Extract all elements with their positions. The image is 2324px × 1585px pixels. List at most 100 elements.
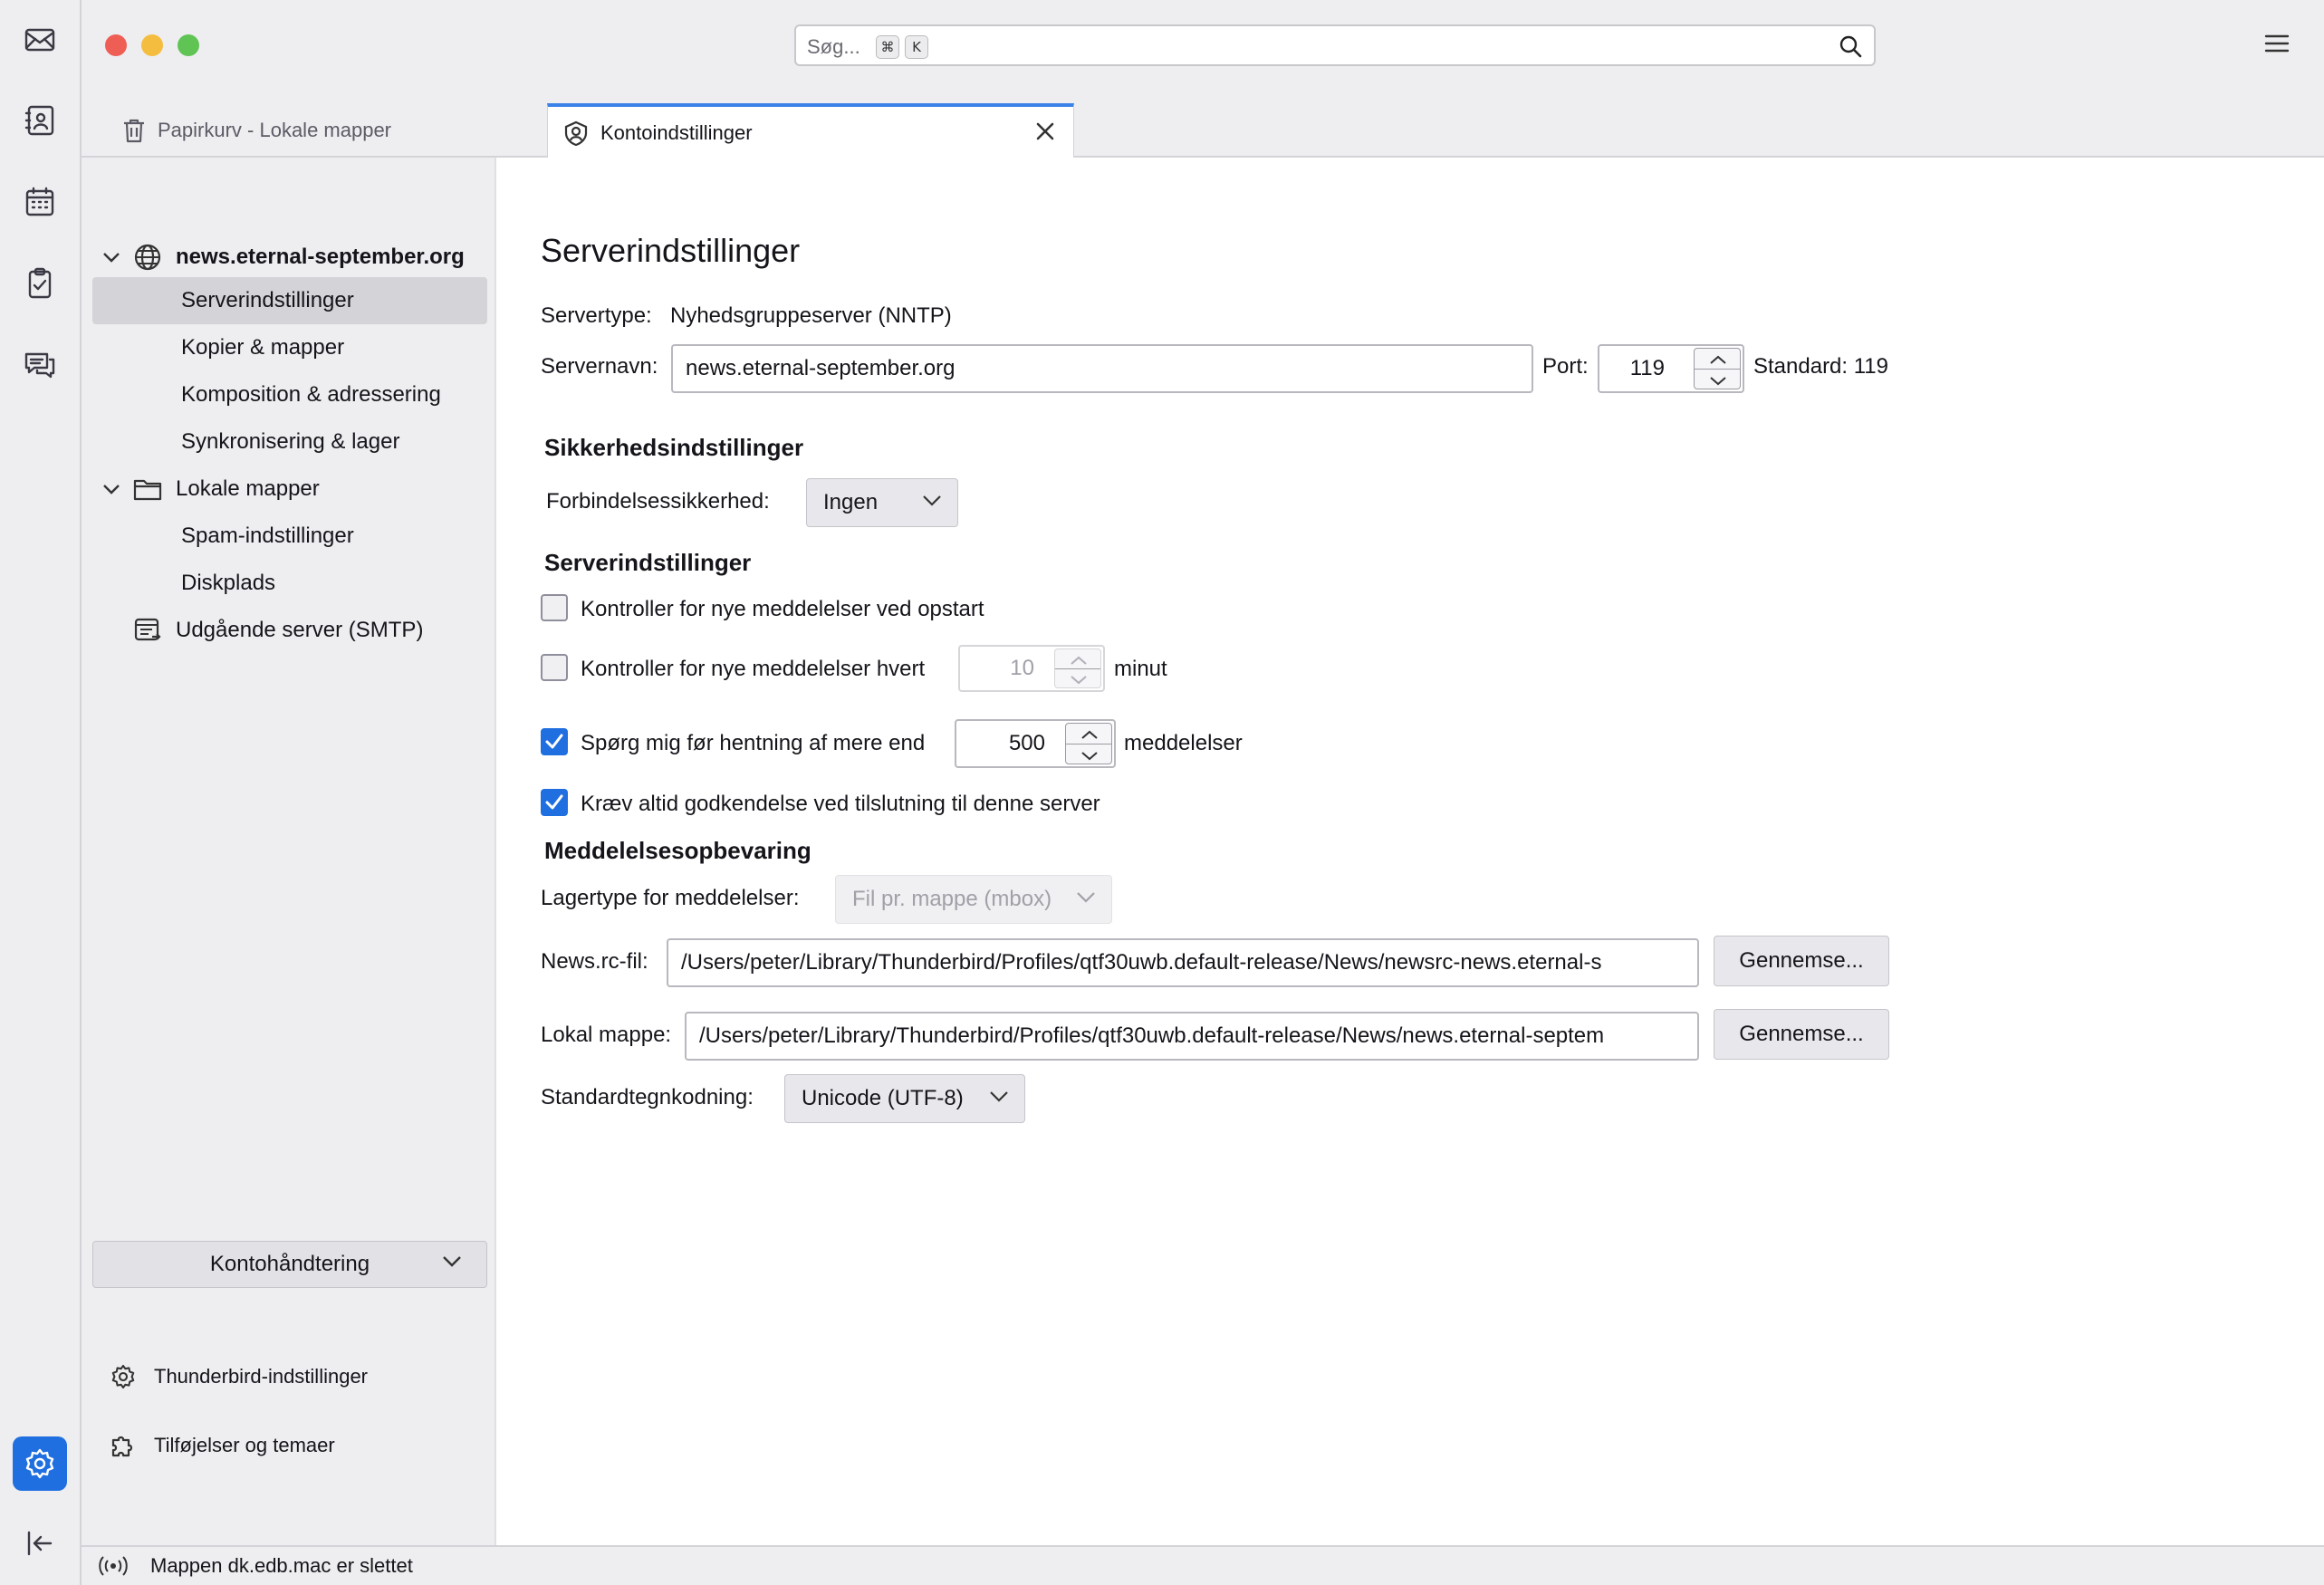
- chevron-up-icon[interactable]: [1708, 354, 1728, 365]
- account-settings-icon: [564, 120, 588, 147]
- check-interval-unit: minut: [1114, 657, 1167, 681]
- app-menu-icon[interactable]: [2264, 33, 2290, 54]
- tree-item-label: Kopier & mapper: [181, 335, 345, 360]
- puzzle-icon: [111, 1436, 133, 1457]
- connection-security-label: Forbindelsessikkerhed:: [546, 489, 770, 514]
- account-actions-button[interactable]: Kontohåndtering: [92, 1241, 487, 1288]
- max-messages-value: 500: [1008, 731, 1045, 755]
- chevron-down-icon[interactable]: [101, 483, 121, 495]
- store-type-select[interactable]: Fil pr. mappe (mbox): [835, 875, 1112, 924]
- tree-item-junk-settings[interactable]: Spam-indstillinger: [92, 513, 487, 560]
- checkmark-icon: [545, 734, 563, 749]
- storage-heading: Meddelelsesopbevaring: [544, 837, 811, 864]
- status-bar: Mappen dk.edb.mac er slettet: [82, 1545, 2324, 1585]
- shortcut-cmd-key: ⌘: [876, 35, 899, 59]
- port-value: 119: [1629, 356, 1665, 380]
- tree-item-label: Synkronisering & lager: [181, 429, 400, 454]
- charset-value: Unicode (UTF-8): [802, 1086, 964, 1110]
- chat-icon: [24, 352, 55, 379]
- server-settings-panel: Serverindstillinger Servertype: Nyhedsgr…: [498, 158, 2324, 1545]
- max-messages-stepper[interactable]: 500: [955, 719, 1116, 768]
- chevron-up-icon[interactable]: [1080, 729, 1100, 740]
- tab-account-settings-label: Kontoindstillinger: [600, 121, 753, 144]
- tasks-space-button[interactable]: [13, 256, 67, 311]
- port-label: Port:: [1542, 354, 1589, 379]
- local-dir-browse-button[interactable]: Gennemse...: [1714, 1009, 1889, 1060]
- tab-trash[interactable]: Papirkurv - Lokale mapper: [100, 103, 543, 158]
- tree-item-server-settings[interactable]: Serverindstillinger: [92, 277, 487, 324]
- address-book-icon: [24, 105, 54, 136]
- account-tree-pane: news.eternal-september.org Serverindstil…: [82, 158, 496, 1545]
- trash-icon: [124, 119, 144, 143]
- address-book-space-button[interactable]: [13, 93, 67, 148]
- tab-account-settings[interactable]: Kontoindstillinger: [547, 103, 1074, 159]
- window-maximize-button[interactable]: [178, 34, 199, 56]
- shortcut-k-key: K: [905, 35, 928, 59]
- tree-item-composition[interactable]: Komposition & adressering: [92, 371, 487, 418]
- check-interval-arrows[interactable]: [1054, 648, 1101, 688]
- newsrc-label: News.rc-fil:: [541, 949, 648, 974]
- status-text: Mappen dk.edb.mac er slettet: [150, 1554, 413, 1577]
- chevron-down-icon[interactable]: [1069, 675, 1089, 686]
- tree-item-smtp[interactable]: Udgående server (SMTP): [92, 607, 487, 654]
- chevron-down-icon[interactable]: [101, 251, 121, 264]
- tree-item-label: Komposition & adressering: [181, 382, 441, 407]
- max-messages-arrows[interactable]: [1065, 723, 1112, 764]
- tree-item-sync-storage[interactable]: Synkronisering & lager: [92, 418, 487, 466]
- port-stepper[interactable]: 119: [1598, 344, 1744, 393]
- connection-security-value: Ingen: [823, 490, 879, 514]
- local-dir-input[interactable]: /Users/peter/Library/Thunderbird/Profile…: [685, 1012, 1699, 1061]
- local-dir-label: Lokal mappe:: [541, 1023, 672, 1047]
- globe-icon: [134, 244, 161, 271]
- addons-themes-link[interactable]: Tilføjelser og temaer: [109, 1426, 335, 1465]
- close-tab-icon[interactable]: [1033, 120, 1057, 143]
- addons-themes-label: Tilføjelser og temaer: [154, 1434, 335, 1456]
- collapse-spaces-button[interactable]: [13, 1516, 67, 1571]
- tree-account-local-folders[interactable]: Lokale mapper: [92, 466, 487, 513]
- calendar-space-button[interactable]: [13, 175, 67, 229]
- newsrc-browse-button[interactable]: Gennemse...: [1714, 936, 1889, 986]
- check-interval-stepper[interactable]: 10: [958, 645, 1105, 692]
- server-settings-heading: Serverindstillinger: [544, 549, 752, 576]
- chevron-down-icon: [990, 1091, 1008, 1102]
- folder-icon: [133, 479, 162, 501]
- window-close-button[interactable]: [105, 34, 127, 56]
- settings-space-button[interactable]: [13, 1436, 67, 1491]
- store-type-value: Fil pr. mappe (mbox): [852, 887, 1052, 911]
- check-on-startup-checkbox[interactable]: [541, 594, 568, 621]
- online-status-icon[interactable]: [98, 1554, 129, 1578]
- chevron-up-icon[interactable]: [1069, 655, 1089, 666]
- global-search-input[interactable]: Søg... ⌘ K: [794, 24, 1876, 66]
- ask-before-download-checkbox[interactable]: [541, 728, 568, 755]
- port-stepper-arrows[interactable]: [1694, 348, 1741, 389]
- tree-item-label: Spam-indstillinger: [181, 524, 354, 548]
- checkmark-icon: [545, 794, 563, 810]
- tree-item-disk-space[interactable]: Diskplads: [92, 560, 487, 607]
- tree-item-label: Diskplads: [181, 571, 276, 595]
- thunderbird-settings-label: Thunderbird-indstillinger: [154, 1365, 369, 1388]
- account-local-label: Lokale mapper: [176, 476, 320, 501]
- search-icon[interactable]: [1838, 34, 1863, 59]
- chevron-down-icon[interactable]: [1080, 751, 1100, 762]
- tree-item-copies-folders[interactable]: Kopier & mapper: [92, 324, 487, 371]
- chevron-down-icon: [923, 495, 941, 506]
- chat-space-button[interactable]: [13, 338, 67, 392]
- charset-select[interactable]: Unicode (UTF-8): [784, 1074, 1025, 1123]
- max-messages-unit: meddelelser: [1124, 731, 1243, 755]
- always-authenticate-checkbox[interactable]: [541, 789, 568, 816]
- check-interval-value: 10: [1010, 656, 1034, 680]
- server-name-input[interactable]: news.eternal-september.org: [671, 344, 1533, 393]
- charset-label: Standardtegnkodning:: [541, 1085, 754, 1110]
- chevron-down-icon[interactable]: [1708, 376, 1728, 387]
- connection-security-select[interactable]: Ingen: [806, 478, 958, 527]
- server-name-label: Servernavn:: [541, 354, 658, 379]
- mail-space-button[interactable]: [13, 13, 67, 67]
- newsrc-path-input[interactable]: /Users/peter/Library/Thunderbird/Profile…: [667, 938, 1699, 987]
- mail-icon: [24, 28, 55, 52]
- check-every-checkbox[interactable]: [541, 654, 568, 681]
- window-minimize-button[interactable]: [141, 34, 163, 56]
- tree-account-news[interactable]: news.eternal-september.org: [92, 234, 487, 281]
- newsrc-path-value: /Users/peter/Library/Thunderbird/Profile…: [681, 950, 1602, 975]
- thunderbird-settings-link[interactable]: Thunderbird-indstillinger: [109, 1357, 368, 1397]
- ask-before-download-label: Spørg mig før hentning af mere end: [581, 731, 926, 755]
